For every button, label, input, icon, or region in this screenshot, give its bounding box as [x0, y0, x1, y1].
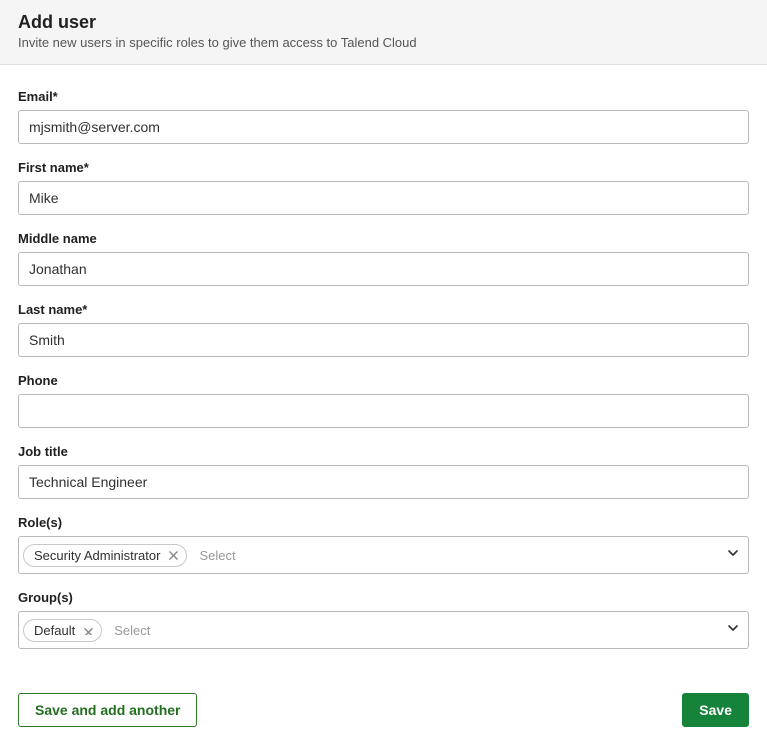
roles-chip-label: Security Administrator	[34, 548, 160, 563]
phone-label: Phone	[18, 373, 749, 388]
field-phone: Phone	[18, 373, 749, 428]
groups-placeholder: Select	[106, 623, 150, 638]
field-groups: Group(s) Default Select	[18, 590, 749, 649]
save-and-add-another-button[interactable]: Save and add another	[18, 693, 197, 727]
field-middle-name: Middle name	[18, 231, 749, 286]
email-label: Email*	[18, 89, 749, 104]
roles-chip: Security Administrator	[23, 544, 187, 567]
middle-name-input[interactable]	[18, 252, 749, 286]
page-title: Add user	[18, 12, 749, 33]
groups-chip-label: Default	[34, 623, 75, 638]
last-name-label: Last name*	[18, 302, 749, 317]
last-name-input[interactable]	[18, 323, 749, 357]
roles-placeholder: Select	[191, 548, 235, 563]
roles-select[interactable]: Security Administrator Select	[18, 536, 749, 574]
page-header: Add user Invite new users in specific ro…	[0, 0, 767, 65]
email-input[interactable]	[18, 110, 749, 144]
first-name-input[interactable]	[18, 181, 749, 215]
roles-label: Role(s)	[18, 515, 749, 530]
job-title-label: Job title	[18, 444, 749, 459]
groups-label: Group(s)	[18, 590, 749, 605]
page-subtitle: Invite new users in specific roles to gi…	[18, 35, 749, 50]
chevron-down-icon	[728, 625, 738, 635]
chevron-down-icon	[728, 550, 738, 560]
form-footer: Save and add another Save	[0, 683, 767, 745]
job-title-input[interactable]	[18, 465, 749, 499]
form-body: Email* First name* Middle name Last name…	[0, 65, 767, 683]
remove-chip-icon[interactable]	[166, 548, 180, 562]
first-name-label: First name*	[18, 160, 749, 175]
field-roles: Role(s) Security Administrator Select	[18, 515, 749, 574]
groups-chip: Default	[23, 619, 102, 642]
middle-name-label: Middle name	[18, 231, 749, 246]
field-first-name: First name*	[18, 160, 749, 215]
groups-select[interactable]: Default Select	[18, 611, 749, 649]
field-email: Email*	[18, 89, 749, 144]
remove-chip-icon[interactable]	[81, 623, 95, 637]
field-last-name: Last name*	[18, 302, 749, 357]
field-job-title: Job title	[18, 444, 749, 499]
phone-input[interactable]	[18, 394, 749, 428]
save-button[interactable]: Save	[682, 693, 749, 727]
